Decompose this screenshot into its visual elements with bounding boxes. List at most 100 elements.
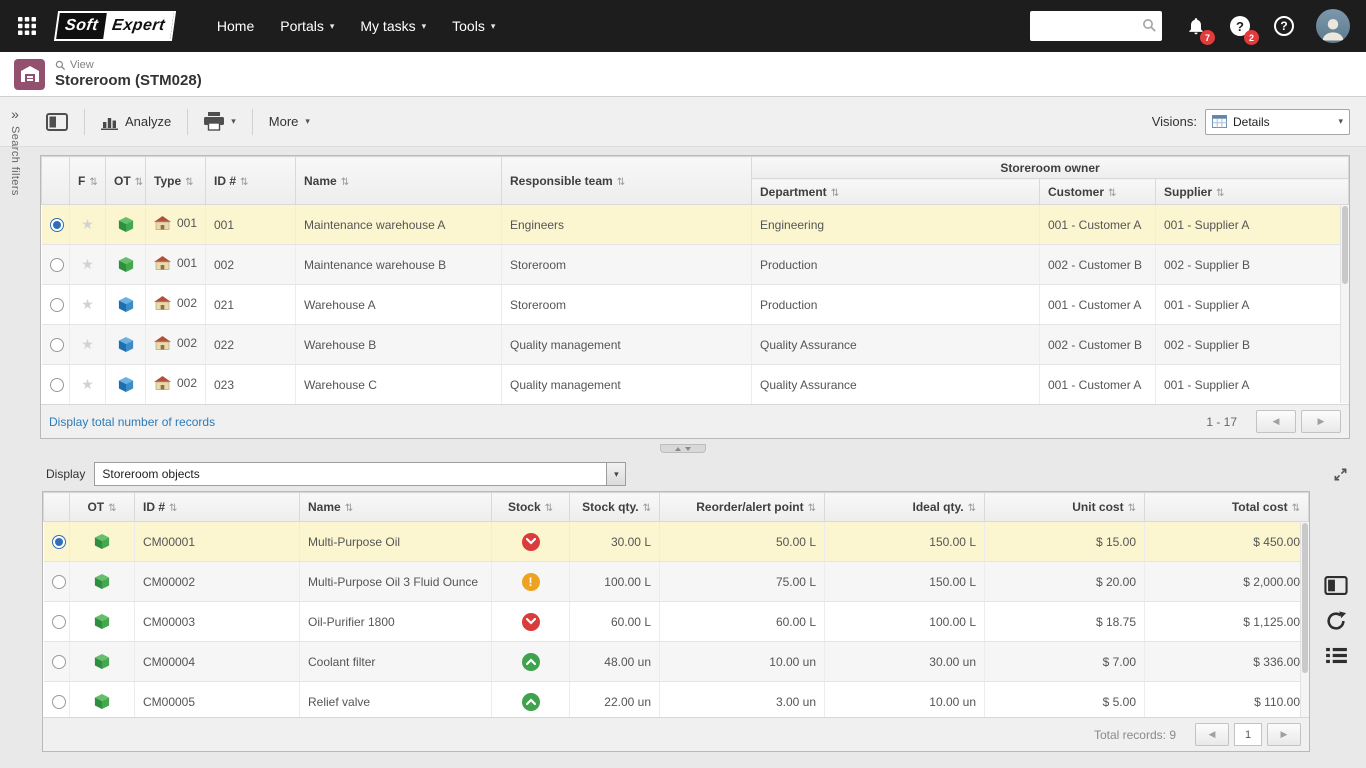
view-label: View (70, 59, 94, 71)
record-toolbar: Analyze ▾ More ▾ Visions: Details ▾ (0, 97, 1366, 147)
storeroom-app-icon (14, 59, 45, 90)
type-number: 002 (177, 376, 197, 390)
group-header-storeroom-owner: Storeroom owner (752, 157, 1349, 179)
preview-panel-icon[interactable] (40, 109, 74, 135)
column-header-id[interactable]: ID #⇅ (135, 493, 300, 522)
scrollbar-thumb[interactable] (1302, 523, 1308, 673)
menu-home[interactable]: Home (204, 10, 267, 42)
notifications-bell-icon[interactable]: 7 (1174, 4, 1218, 48)
column-header-stock[interactable]: Stock⇅ (492, 493, 570, 522)
cell-name: Maintenance warehouse A (296, 205, 502, 245)
column-label: ID # (143, 500, 165, 514)
row-radio[interactable] (52, 535, 66, 549)
column-header-id[interactable]: ID # ⇅ (206, 157, 296, 205)
user-avatar[interactable] (1316, 9, 1350, 43)
refresh-icon[interactable] (1325, 610, 1347, 632)
menu-my-tasks[interactable]: My tasks ▾ (347, 10, 439, 42)
chevron-down-icon: ▾ (491, 21, 496, 32)
row-radio[interactable] (50, 378, 64, 392)
row-radio[interactable] (52, 655, 66, 669)
more-label: More (269, 114, 299, 129)
sort-icon: ⇅ (240, 177, 248, 188)
row-radio[interactable] (52, 695, 66, 709)
column-header-supplier[interactable]: Supplier⇅ (1156, 179, 1349, 205)
print-button[interactable]: ▾ (198, 108, 242, 135)
row-radio[interactable] (50, 218, 64, 232)
list-view-icon[interactable] (1326, 647, 1347, 664)
row-radio[interactable] (52, 575, 66, 589)
table-row[interactable]: CM00001 Multi-Purpose Oil 30.00 L 50.00 … (44, 522, 1309, 562)
favorite-star-icon[interactable]: ★ (81, 336, 94, 352)
cell-reorder: 60.00 L (660, 602, 825, 642)
table-row[interactable]: CM00004 Coolant filter 48.00 un 10.00 un… (44, 642, 1309, 682)
cell-team: Storeroom (502, 285, 752, 325)
favorite-star-icon[interactable]: ★ (81, 376, 94, 392)
column-header-name[interactable]: Name⇅ (300, 493, 492, 522)
row-radio[interactable] (52, 615, 66, 629)
column-header-stock-qty[interactable]: Stock qty.⇅ (570, 493, 660, 522)
analyze-button[interactable]: Analyze (95, 110, 177, 134)
favorite-star-icon[interactable]: ★ (81, 296, 94, 312)
table-row[interactable]: ★ 002 023 Warehouse C Quality management… (42, 365, 1349, 405)
cell-favorite: ★ (70, 285, 106, 325)
prev-page-icon[interactable]: ◀ (1195, 723, 1229, 746)
cell-total-cost: $ 450.00 (1145, 522, 1309, 562)
visions-select[interactable]: Details ▾ (1205, 109, 1350, 135)
column-header-name[interactable]: Name⇅ (296, 157, 502, 205)
display-total-records-link[interactable]: Display total number of records (49, 415, 215, 429)
menu-portals[interactable]: Portals ▾ (267, 10, 347, 42)
cell-stock: ! (492, 562, 570, 602)
question-circle-icon[interactable]: ? 2 (1218, 4, 1262, 48)
next-page-icon[interactable]: ▶ (1267, 723, 1301, 746)
favorite-star-icon[interactable]: ★ (81, 216, 94, 232)
help-icon[interactable]: ? (1262, 4, 1306, 48)
table-row[interactable]: ★ 002 022 Warehouse B Quality management… (42, 325, 1349, 365)
scrollbar-thumb[interactable] (1342, 206, 1348, 284)
prev-page-icon[interactable]: ◀ (1256, 410, 1296, 433)
display-select[interactable]: Storeroom objects ▾ (94, 462, 626, 486)
current-page-button[interactable]: 1 (1234, 723, 1262, 746)
app-launcher-icon[interactable] (10, 9, 44, 43)
next-page-icon[interactable]: ▶ (1301, 410, 1341, 433)
table-row[interactable]: CM00003 Oil-Purifier 1800 60.00 L 60.00 … (44, 602, 1309, 642)
column-header-team[interactable]: Responsible team⇅ (502, 157, 752, 205)
splitter-handle[interactable] (660, 444, 706, 453)
column-header-ot[interactable]: OT⇅ (70, 493, 135, 522)
view-row: View (55, 59, 202, 71)
sort-icon: ⇅ (89, 177, 97, 188)
table-row[interactable]: CM00002 Multi-Purpose Oil 3 Fluid Ounce … (44, 562, 1309, 602)
expand-filters-icon[interactable]: » (11, 97, 19, 126)
cell-select (42, 245, 70, 285)
object-type-cube-icon (94, 653, 110, 670)
row-radio[interactable] (50, 258, 64, 272)
column-header-type[interactable]: Type⇅ (146, 157, 206, 205)
column-label: ID # (214, 174, 236, 188)
column-header-total-cost[interactable]: Total cost⇅ (1145, 493, 1309, 522)
table-row[interactable]: ★ 001 002 Maintenance warehouse B Storer… (42, 245, 1349, 285)
cell-stock-qty: 48.00 un (570, 642, 660, 682)
favorite-star-icon[interactable]: ★ (81, 256, 94, 272)
sort-icon: ⇅ (345, 503, 353, 514)
menu-tools[interactable]: Tools ▾ (439, 10, 508, 42)
maximize-icon[interactable] (1333, 466, 1348, 482)
column-header-ot[interactable]: OT⇅ (106, 157, 146, 205)
column-header-reorder[interactable]: Reorder/alert point⇅ (660, 493, 825, 522)
column-header-favorite[interactable]: F⇅ (70, 157, 106, 205)
column-header-department[interactable]: Department⇅ (752, 179, 1040, 205)
cell-type: 002 (146, 365, 206, 405)
more-button[interactable]: More ▾ (263, 110, 316, 133)
column-header-unit-cost[interactable]: Unit cost⇅ (985, 493, 1145, 522)
preview-panel-icon[interactable] (1324, 576, 1348, 595)
table-row[interactable]: ★ 002 021 Warehouse A Storeroom Producti… (42, 285, 1349, 325)
chevron-down-icon: ▾ (606, 463, 625, 485)
column-header-customer[interactable]: Customer⇅ (1040, 179, 1156, 205)
cell-name: Oil-Purifier 1800 (300, 602, 492, 642)
table-row[interactable]: ★ 001 001 Maintenance warehouse A Engine… (42, 205, 1349, 245)
column-label: Supplier (1164, 185, 1212, 199)
table-row[interactable]: CM00005 Relief valve 22.00 un 3.00 un 10… (44, 682, 1309, 722)
softexpert-logo: Soft Expert (54, 11, 176, 41)
row-radio[interactable] (50, 298, 64, 312)
row-radio[interactable] (50, 338, 64, 352)
column-header-ideal[interactable]: Ideal qty.⇅ (825, 493, 985, 522)
cell-select (44, 562, 70, 602)
